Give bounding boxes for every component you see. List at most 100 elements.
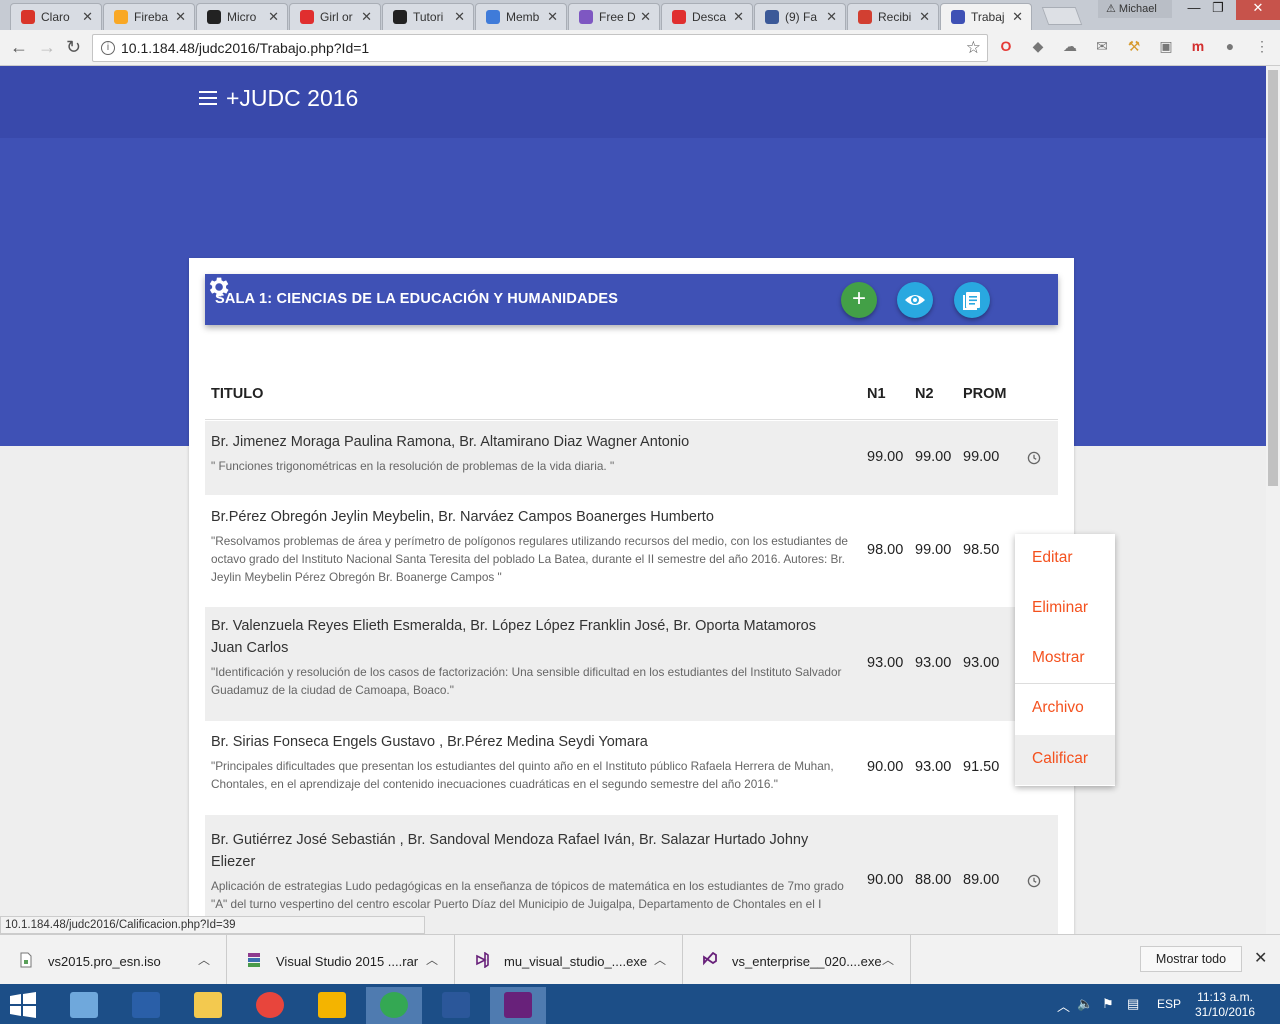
tab-close-icon[interactable]: ✕ xyxy=(82,9,93,25)
browser-tab[interactable]: Girl or ✕ xyxy=(289,3,381,30)
taskbar-word-app[interactable] xyxy=(428,987,484,1024)
browser-tab[interactable]: Memb ✕ xyxy=(475,3,567,30)
language-indicator[interactable]: ESP xyxy=(1157,997,1181,1011)
tray-expand-icon[interactable]: ︿ xyxy=(1057,996,1070,1015)
bookmark-star-icon[interactable]: ☆ xyxy=(966,38,981,58)
file-icon xyxy=(20,952,32,968)
menu-item-calificar[interactable]: Calificar xyxy=(1015,735,1115,785)
cloud-icon[interactable]: ☁ xyxy=(1061,38,1079,56)
tab-close-icon[interactable]: ✕ xyxy=(547,9,558,25)
info-icon[interactable]: i xyxy=(101,41,115,55)
reload-icon[interactable]: ↻ xyxy=(66,37,81,58)
tab-label: Free D xyxy=(599,10,636,24)
table-row[interactable]: Br. Valenzuela Reyes Elieth Esmeralda, B… xyxy=(205,607,1058,721)
tab-close-icon[interactable]: ✕ xyxy=(733,9,744,25)
header-prom: PROM xyxy=(963,386,1007,402)
tab-close-icon[interactable]: ✕ xyxy=(454,9,465,25)
taskbar-chrome-app[interactable] xyxy=(242,987,298,1024)
add-button[interactable]: + xyxy=(841,282,877,318)
menu-item-mostrar[interactable]: Mostrar xyxy=(1015,634,1115,684)
chrome-menu-icon[interactable]: ⋮ xyxy=(1253,38,1271,56)
tab-close-icon[interactable]: ✕ xyxy=(268,9,279,25)
sala-card: SALA 1: CIENCIAS DE LA EDUCACIÓN Y HUMAN… xyxy=(189,258,1074,934)
table-row[interactable]: Br.Pérez Obregón Jeylin Meybelin, Br. Na… xyxy=(205,496,1058,607)
tab-close-icon[interactable]: ✕ xyxy=(919,9,930,25)
browser-tab[interactable]: Desca ✕ xyxy=(661,3,753,30)
taskbar-visual-studio-app[interactable] xyxy=(490,987,546,1024)
extension-icon[interactable]: ● xyxy=(1221,38,1239,56)
tool-icon[interactable]: ⚒ xyxy=(1125,38,1143,56)
browser-tab[interactable]: Trabaj ✕ xyxy=(940,3,1032,30)
menu-item-editar[interactable]: Editar xyxy=(1015,534,1115,584)
window-close-button[interactable]: ✕ xyxy=(1236,0,1280,20)
flag-icon[interactable]: ⚑ xyxy=(1102,996,1114,1012)
opera-icon[interactable]: O xyxy=(997,38,1015,56)
restore-button[interactable]: ❐ xyxy=(1200,0,1236,20)
tab-close-icon[interactable]: ✕ xyxy=(640,9,651,25)
clock[interactable]: 11:13 a.m. 31/10/2016 xyxy=(1190,990,1260,1020)
tab-label: Recibi xyxy=(878,10,912,24)
volume-icon[interactable]: 🔈 xyxy=(1077,996,1093,1012)
row-prom: 93.00 xyxy=(963,655,1000,671)
favicon-icon xyxy=(114,10,128,24)
page-content: +JUDC 2016 SALA 1: CIENCIAS DE LA EDUCAC… xyxy=(0,66,1266,934)
mail-icon[interactable]: ✉ xyxy=(1093,38,1111,56)
archive-icon xyxy=(248,953,260,967)
download-item[interactable]: mu_visual_studio_....exe ︿ xyxy=(456,935,683,985)
profile-button[interactable]: ⚠ Michael xyxy=(1098,0,1172,18)
menu-item-eliminar[interactable]: Eliminar xyxy=(1015,584,1115,634)
clock-icon[interactable] xyxy=(1027,451,1041,465)
chevron-up-icon[interactable]: ︿ xyxy=(882,951,894,968)
taskbar-chrome-active-app[interactable] xyxy=(366,987,422,1024)
download-name: vs_enterprise__020....exe xyxy=(732,954,882,969)
chevron-up-icon[interactable]: ︿ xyxy=(654,951,666,968)
browser-tab[interactable]: Tutori ✕ xyxy=(382,3,474,30)
browser-toolbar: ← → ↻ i 10.1.184.48/judc2016/Trabajo.php… xyxy=(0,30,1280,66)
show-all-downloads-button[interactable]: Mostrar todo xyxy=(1140,946,1242,972)
hamburger-menu-icon[interactable] xyxy=(199,91,217,105)
download-item[interactable]: Visual Studio 2015 ....rar ︿ xyxy=(228,935,455,985)
scrollbar-thumb[interactable] xyxy=(1268,70,1278,486)
row-title: "Identificación y resolución de los caso… xyxy=(211,665,842,697)
taskbar-powershell-app[interactable] xyxy=(118,987,174,1024)
download-item[interactable]: vs2015.pro_esn.iso ︿ xyxy=(0,935,227,985)
header-n2: N2 xyxy=(915,386,934,402)
close-icon[interactable]: ✕ xyxy=(1254,948,1267,968)
document-list-button[interactable] xyxy=(954,282,990,318)
downloads-bar: vs2015.pro_esn.iso ︿ Visual Studio 2015 … xyxy=(0,934,1280,985)
tab-close-icon[interactable]: ✕ xyxy=(826,9,837,25)
download-item[interactable]: vs_enterprise__020....exe ︿ xyxy=(684,935,911,985)
menu-item-archivo[interactable]: Archivo xyxy=(1015,684,1115,734)
view-button[interactable] xyxy=(897,282,933,318)
favicon-icon xyxy=(21,10,35,24)
page-scrollbar[interactable] xyxy=(1266,66,1280,934)
network-tray-icon[interactable]: ▤ xyxy=(1127,996,1139,1012)
forward-icon[interactable]: → xyxy=(38,37,56,58)
table-row[interactable]: Br. Jimenez Moraga Paulina Ramona, Br. A… xyxy=(205,421,1058,495)
browser-tab[interactable]: (9) Fa ✕ xyxy=(754,3,846,30)
browser-tab[interactable]: Free D ✕ xyxy=(568,3,660,30)
browser-tab[interactable]: Micro ✕ xyxy=(196,3,288,30)
tab-label: Fireba xyxy=(134,10,169,24)
app-grid-icon xyxy=(318,992,346,1018)
browser-tab[interactable]: Claro ✕ xyxy=(10,3,102,30)
browser-tab[interactable]: Fireba ✕ xyxy=(103,3,195,30)
tab-close-icon[interactable]: ✕ xyxy=(1012,9,1023,25)
tab-close-icon[interactable]: ✕ xyxy=(175,9,186,25)
mega-icon[interactable]: m xyxy=(1189,38,1207,56)
taskbar-grid-app[interactable] xyxy=(304,987,360,1024)
new-tab-button[interactable] xyxy=(1041,7,1083,25)
taskbar-explorer-app[interactable] xyxy=(180,987,236,1024)
table-row[interactable]: Br. Sirias Fonseca Engels Gustavo , Br.P… xyxy=(205,721,1058,815)
chevron-up-icon[interactable]: ︿ xyxy=(426,951,438,968)
clock-icon[interactable] xyxy=(1027,874,1041,888)
windows-start-icon[interactable] xyxy=(8,992,38,1018)
taskbar-network-app[interactable] xyxy=(56,987,112,1024)
address-bar[interactable]: i 10.1.184.48/judc2016/Trabajo.php?Id=1 … xyxy=(92,34,988,62)
pocket-icon[interactable]: ◆ xyxy=(1029,38,1047,56)
chevron-up-icon[interactable]: ︿ xyxy=(198,951,210,968)
browser-tab[interactable]: Recibi ✕ xyxy=(847,3,939,30)
back-icon[interactable]: ← xyxy=(10,37,28,58)
save-icon[interactable]: ▣ xyxy=(1157,38,1175,56)
tab-close-icon[interactable]: ✕ xyxy=(361,9,372,25)
